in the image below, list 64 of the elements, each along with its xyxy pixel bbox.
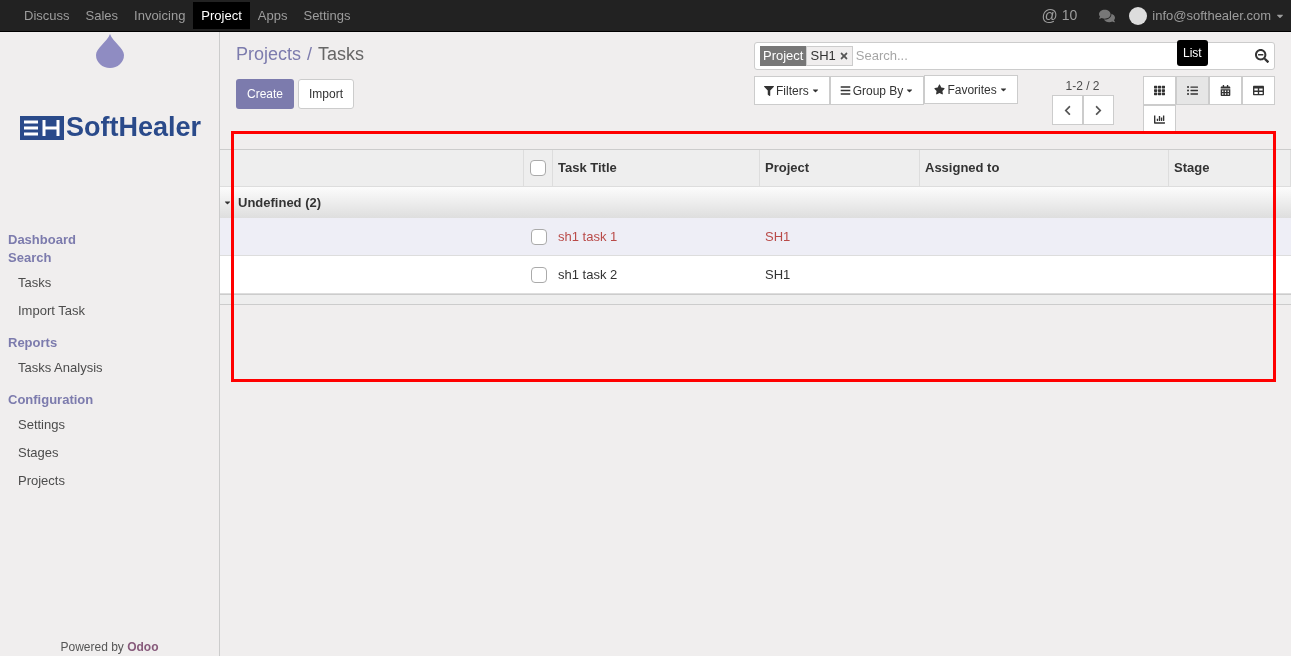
column-header[interactable]: Task Title [558, 158, 617, 178]
table-row[interactable]: sh1 task 1 SH1 [220, 218, 1291, 256]
top-menu-item[interactable]: Project [193, 2, 250, 29]
table-cell-text: sh1 task 1 [557, 227, 619, 246]
filter-dropdown[interactable]: Group By [829, 76, 925, 105]
view-switch-button[interactable] [1209, 76, 1242, 105]
breadcrumb-item[interactable]: Tasks [318, 41, 365, 68]
table-cell-text: sh1 task 2 [557, 265, 619, 284]
column-header[interactable]: Assigned to [925, 158, 1000, 178]
table-cell-text: SH1 [764, 227, 792, 246]
filter-icon [764, 85, 774, 96]
mentions-link[interactable]: @ 10 [1041, 3, 1078, 28]
avatar [1129, 6, 1148, 25]
table-cell-text: SH1 [764, 265, 792, 284]
sidebar-item[interactable]: Tasks [0, 270, 219, 295]
user-menu[interactable]: info@softhealer.com [1152, 5, 1271, 26]
top-menu-item[interactable]: Settings [295, 2, 359, 29]
sidebar-item[interactable]: Projects [0, 468, 219, 493]
top-menu-item[interactable]: Invoicing [126, 2, 194, 29]
create-button[interactable]: Create [236, 79, 295, 109]
filter-dropdown[interactable]: Favorites [924, 75, 1018, 104]
chat-icon[interactable] [1099, 7, 1116, 24]
view-switch-button[interactable] [1143, 76, 1176, 105]
import-button[interactable]: Import [298, 79, 355, 109]
bar-chart-icon [1154, 114, 1165, 125]
remove-icon[interactable] [838, 51, 849, 61]
column-header[interactable]: Stage [1174, 158, 1210, 178]
top-menu-item[interactable]: Sales [77, 2, 127, 29]
view-switch-button[interactable] [1242, 76, 1275, 105]
caret-icon [998, 85, 1008, 94]
table-row[interactable]: sh1 task 2 SH1 [220, 256, 1291, 294]
sidebar-item[interactable]: Settings [0, 412, 219, 437]
table-icon [1253, 85, 1264, 96]
calendar-icon [1220, 85, 1231, 96]
row-checkbox[interactable] [530, 228, 547, 245]
list-icon [1187, 85, 1198, 96]
caret-icon [810, 86, 820, 95]
filter-dropdown[interactable]: Filters [754, 76, 830, 105]
sidebar-item[interactable]: Import Task [0, 298, 219, 323]
view-switch-button[interactable] [1176, 76, 1209, 105]
group-label: Undefined (2) [238, 193, 322, 212]
caret-icon [905, 86, 915, 95]
row-checkbox[interactable] [530, 266, 547, 283]
tooltip: List [1177, 40, 1208, 66]
sidebar-item[interactable]: Stages [0, 440, 219, 465]
odoo-link[interactable]: Odoo [127, 640, 159, 654]
top-menu-item[interactable]: Apps [249, 2, 296, 29]
star-icon [934, 84, 946, 95]
drop-icon [94, 34, 125, 68]
column-header[interactable]: Project [765, 158, 810, 178]
sidebar-item[interactable]: Tasks Analysis [0, 355, 219, 380]
footer-text: Powered by Odoo [60, 640, 159, 654]
pager-text: 1-2 / 2 [1065, 78, 1100, 95]
logo-mark-icon [20, 115, 64, 140]
facet-value: SH1 [806, 46, 853, 66]
facet-label: Project [760, 46, 807, 66]
select-all-checkbox[interactable] [530, 160, 546, 176]
top-menu-item[interactable]: Discuss [16, 2, 78, 29]
menu-icon [839, 85, 851, 96]
logo-text: SoftHealer [66, 114, 202, 141]
breadcrumb-separator: / [307, 43, 313, 66]
search-icon[interactable] [1255, 49, 1269, 63]
grid-icon [1154, 85, 1165, 96]
group-row[interactable]: Undefined (2) [220, 187, 1291, 218]
